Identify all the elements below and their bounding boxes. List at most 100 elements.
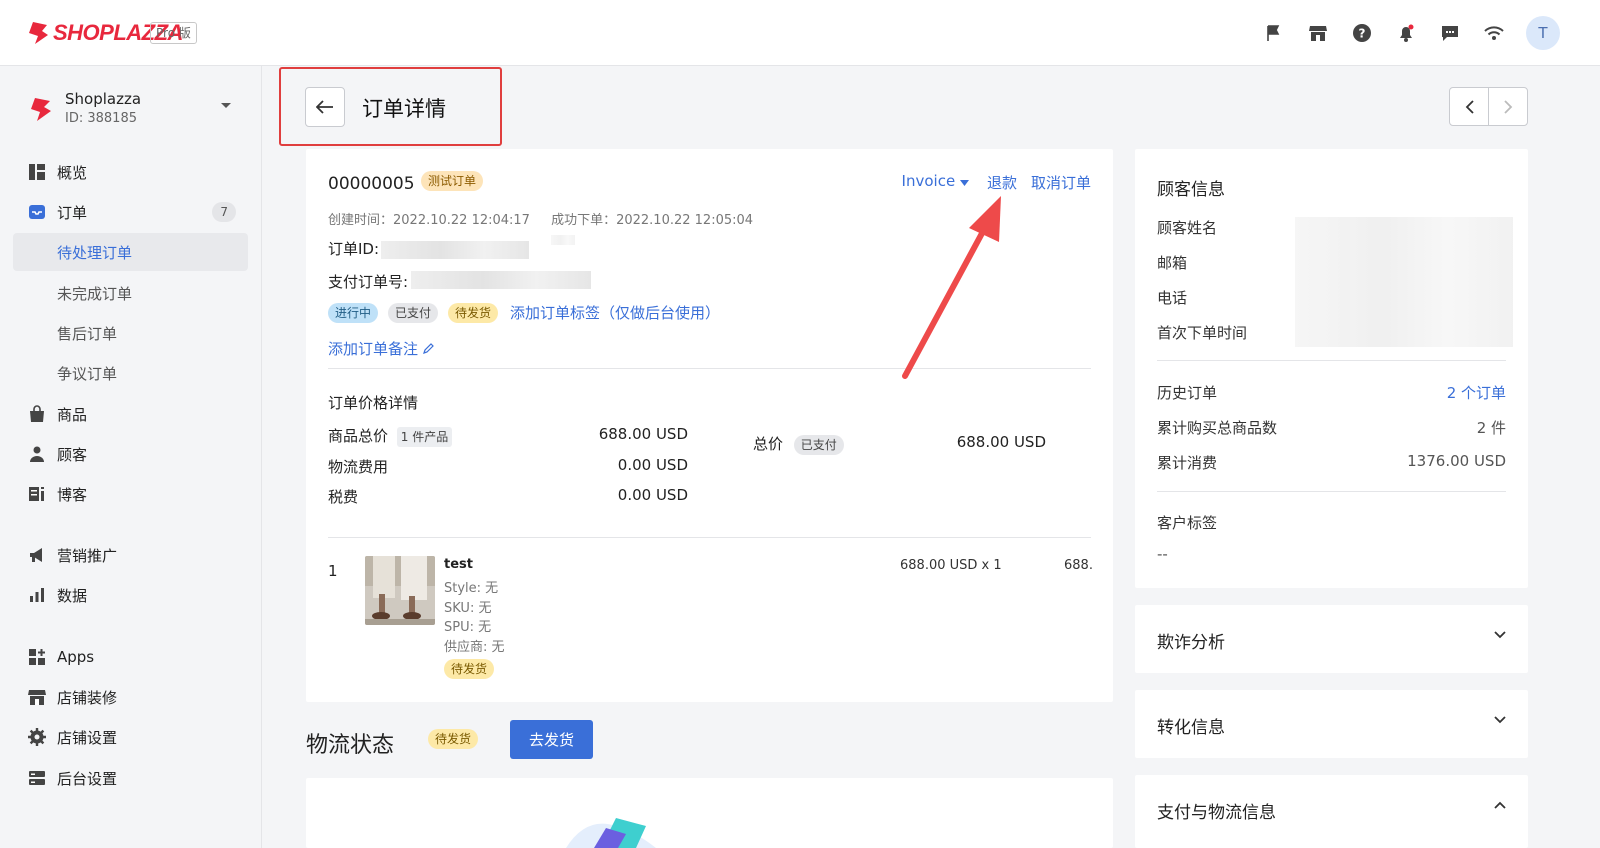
item-name[interactable]: test <box>444 557 473 572</box>
nav-overview[interactable]: 概览 <box>13 153 248 191</box>
nav-apps-label: Apps <box>57 648 95 666</box>
caret-down-icon <box>959 180 969 186</box>
divider <box>328 537 1091 538</box>
nav-theme[interactable]: 店铺装修 <box>13 678 248 716</box>
cancel-order-button[interactable]: 取消订单 <box>1031 172 1091 193</box>
subtotal-count: 1 件产品 <box>396 427 453 447</box>
wifi-icon[interactable] <box>1482 21 1506 45</box>
nav-marketing[interactable]: 营销推广 <box>13 536 248 574</box>
blog-icon <box>29 487 44 501</box>
store-switcher[interactable]: Shoplazza ID: 388185 <box>28 88 248 132</box>
store-icon[interactable] <box>1306 21 1330 45</box>
nav-dispute-orders[interactable]: 争议订单 <box>13 354 248 392</box>
nav-aftersale-orders[interactable]: 售后订单 <box>13 314 248 352</box>
nav-admin-settings[interactable]: 后台设置 <box>13 759 248 797</box>
brand-mark-icon <box>29 22 48 44</box>
customer-info-redacted <box>1295 217 1513 347</box>
chevron-down-icon <box>1494 631 1506 639</box>
conversion-info-panel[interactable]: 转化信息 <box>1135 690 1528 758</box>
nav-store-settings[interactable]: 店铺设置 <box>13 718 248 756</box>
add-order-tag-link[interactable]: 添加订单标签（仅做后台使用） <box>510 302 720 323</box>
dashboard-icon <box>29 164 45 180</box>
nav-customers[interactable]: 顾客 <box>13 435 248 473</box>
nav-orders[interactable]: 订单 7 <box>13 193 248 231</box>
tax-value: 0.00 USD <box>617 486 688 504</box>
chevron-up-icon <box>1494 801 1506 809</box>
subtotal-value: 688.00 USD <box>598 425 688 443</box>
caret-down-icon <box>221 103 231 108</box>
shipping-card <box>306 778 1113 848</box>
megaphone-icon <box>30 548 42 562</box>
user-avatar[interactable]: T <box>1526 16 1560 50</box>
svg-text:?: ? <box>1359 27 1366 41</box>
store-logo-icon <box>31 98 51 121</box>
total-items-value: 2 件 <box>1476 419 1506 437</box>
total-spent-label: 累计消费 <box>1157 454 1218 472</box>
first-order-label: 首次下单时间 <box>1157 324 1248 342</box>
total-spent-value: 1376.00 USD <box>1407 452 1506 470</box>
history-orders-link[interactable]: 2 个订单 <box>1447 382 1506 403</box>
chevron-left-icon <box>1465 99 1474 114</box>
edition-badge: Pro 版 <box>150 22 197 44</box>
nav-incomplete-orders[interactable]: 未完成订单 <box>13 274 248 312</box>
status-awaiting-shipment: 待发货 <box>448 302 499 323</box>
back-button[interactable] <box>305 87 345 127</box>
next-order-button[interactable] <box>1488 88 1527 125</box>
nav-marketing-label: 营销推广 <box>57 546 118 565</box>
server-icon <box>29 771 45 785</box>
divider <box>1157 491 1506 492</box>
item-index: 1 <box>328 562 338 580</box>
nav-pending-orders[interactable]: 待处理订单 <box>13 233 248 271</box>
payment-no-redacted <box>411 271 591 289</box>
total-label: 总价 <box>753 435 784 453</box>
chevron-right-icon <box>1503 99 1512 114</box>
nav-blog[interactable]: 博客 <box>13 475 248 513</box>
shipping-illustration <box>566 818 656 848</box>
customer-tags-label: 客户标签 <box>1157 514 1218 532</box>
item-style: Style: 无 <box>444 581 499 596</box>
person-icon <box>30 446 44 462</box>
invoice-label: Invoice <box>901 172 956 190</box>
top-bar: SHOPLAZZA Pro 版 ? T <box>0 0 1600 66</box>
chat-icon[interactable] <box>1438 21 1462 45</box>
previous-order-button[interactable] <box>1450 88 1488 125</box>
order-id-redacted <box>381 241 529 259</box>
customer-email-label: 邮箱 <box>1157 254 1188 272</box>
help-icon[interactable]: ? <box>1350 21 1374 45</box>
status-tags: 进行中 已支付 待发货 添加订单标签（仅做后台使用） <box>328 302 720 323</box>
item-status-badge: 待发货 <box>444 659 495 679</box>
nav-customers-label: 顾客 <box>57 445 88 464</box>
store-id: ID: 388185 <box>65 111 137 126</box>
customer-phone-label: 电话 <box>1157 289 1188 307</box>
divider <box>1157 360 1506 361</box>
nav-apps[interactable]: Apps <box>13 638 248 676</box>
gear-icon <box>28 728 46 746</box>
nav-overview-label: 概览 <box>57 163 88 182</box>
fraud-analysis-title: 欺诈分析 <box>1157 633 1225 653</box>
item-spu: SPU: 无 <box>444 620 492 635</box>
order-timestamps: 创建时间：2022.10.22 12:04:17 成功下单：2022.10.22… <box>328 209 753 228</box>
product-thumbnail[interactable] <box>365 556 435 625</box>
add-remark-link[interactable]: 添加订单备注 <box>328 338 435 359</box>
order-number: 00000005 <box>328 174 415 194</box>
bar-chart-icon <box>30 588 44 602</box>
store-name: Shoplazza <box>65 90 142 108</box>
bag-icon <box>30 405 44 422</box>
fraud-analysis-panel[interactable]: 欺诈分析 <box>1135 605 1528 673</box>
total-items-label: 累计购买总商品数 <box>1157 419 1278 437</box>
conversion-info-title: 转化信息 <box>1157 718 1225 738</box>
nav-analytics[interactable]: 数据 <box>13 576 248 614</box>
total-paid-badge: 已支付 <box>793 435 844 455</box>
customer-card: 顾客信息 顾客姓名 邮箱 电话 首次下单时间 历史订单 2 个订单 累计购买总商… <box>1135 149 1528 588</box>
apps-icon <box>29 649 45 665</box>
bell-icon[interactable] <box>1394 21 1418 45</box>
flag-icon[interactable] <box>1262 21 1286 45</box>
ship-now-button[interactable]: 去发货 <box>510 720 593 759</box>
nav-theme-label: 店铺装修 <box>57 688 118 707</box>
payment-shipping-panel[interactable]: 支付与物流信息 <box>1135 775 1528 848</box>
nav-orders-label: 订单 <box>57 203 88 222</box>
created-time: 创建时间：2022.10.22 12:04:17 <box>328 213 530 228</box>
nav-analytics-label: 数据 <box>57 586 88 605</box>
arrow-left-icon <box>316 100 333 114</box>
nav-products[interactable]: 商品 <box>13 395 248 433</box>
